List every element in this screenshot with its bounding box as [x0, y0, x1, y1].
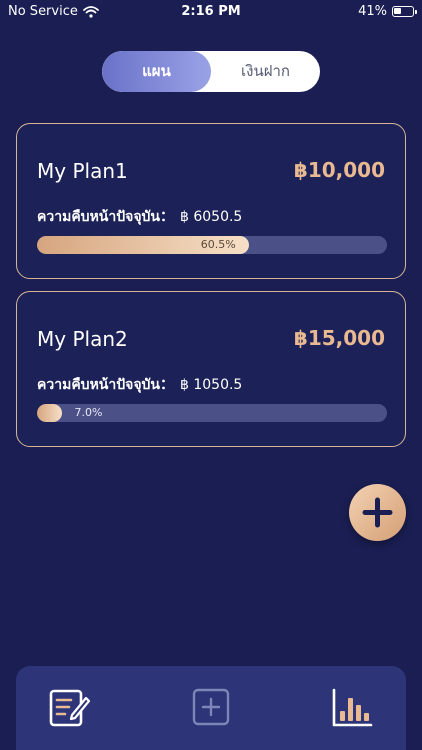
add-plan-button[interactable]: [349, 484, 406, 541]
bottom-tab-bar: [16, 666, 406, 750]
tab-add[interactable]: [192, 688, 232, 728]
tab-stats[interactable]: [331, 688, 373, 728]
segment-plan-tab[interactable]: แผน: [102, 51, 211, 92]
progress-percent: 60.5%: [200, 238, 236, 251]
progress-bar: 60.5%: [37, 236, 387, 254]
status-right: 41%: [358, 4, 417, 19]
add-square-icon: [192, 688, 230, 726]
tab-plans[interactable]: [49, 688, 91, 728]
battery-level: [394, 8, 401, 14]
progress-amount: ฿ 1050.5: [179, 377, 243, 393]
battery-icon: [392, 6, 417, 17]
plus-icon: [362, 497, 393, 528]
plan-name: My Plan1: [37, 159, 128, 183]
plan-progress-row: ความคืบหน้าปัจจุบัน： ฿ 6050.5: [37, 206, 242, 228]
plan-name: My Plan2: [37, 327, 128, 351]
plan-progress-row: ความคืบหน้าปัจจุบัน： ฿ 1050.5: [37, 374, 242, 396]
progress-label: ความคืบหน้าปัจจุบัน：: [37, 377, 174, 393]
plan-deposit-segment: แผน เงินฝาก: [102, 51, 320, 92]
progress-percent: 7.0%: [74, 406, 103, 419]
plans-screen: No Service 2:16 PM 41% แผน เงินฝาก My Pl…: [0, 0, 422, 750]
progress-label: ความคืบหน้าปัจจุบัน：: [37, 209, 174, 225]
segment-deposit-tab[interactable]: เงินฝาก: [211, 51, 320, 92]
plan-card[interactable]: My Plan1 ฿10,000 ความคืบหน้าปัจจุบัน： ฿ …: [16, 123, 406, 279]
plan-target-amount: ฿10,000: [293, 158, 385, 182]
status-bar: No Service 2:16 PM 41%: [0, 0, 422, 24]
progress-amount: ฿ 6050.5: [179, 209, 243, 225]
progress-bar: 7.0%: [37, 404, 387, 422]
plan-card[interactable]: My Plan2 ฿15,000 ความคืบหน้าปัจจุบัน： ฿ …: [16, 291, 406, 447]
progress-fill: [37, 404, 62, 422]
battery-percent: 41%: [358, 4, 387, 19]
plan-target-amount: ฿15,000: [293, 326, 385, 350]
edit-document-icon: [49, 689, 91, 727]
bar-chart-icon: [332, 688, 373, 727]
